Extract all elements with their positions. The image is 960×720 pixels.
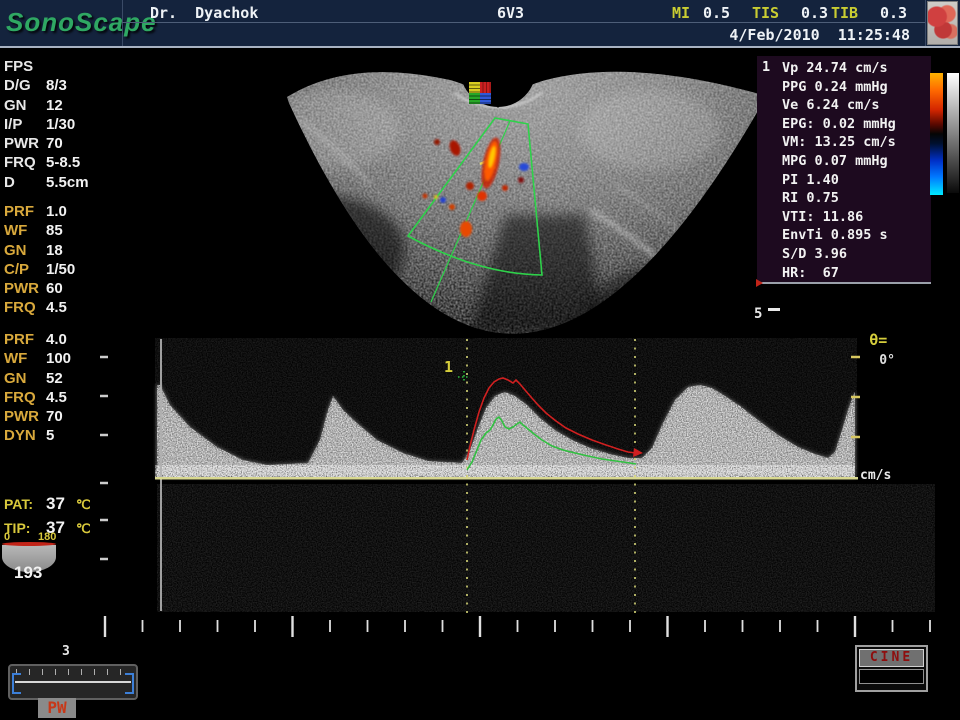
- param-row: FRQ5-8.5: [4, 153, 154, 172]
- top-status-bar: SonoScape Dr. Dyachok 6V3 MI 0.5 TIS 0.3…: [0, 0, 960, 48]
- param-row: PWR70: [4, 407, 154, 426]
- scrollbar-ruler: [16, 669, 130, 675]
- measurement-row: S/D 3.96: [782, 245, 896, 264]
- param-row: FPS: [4, 57, 154, 76]
- b-mode-params: FPS D/G8/3 GN12 I/P1/30 PWR70 FRQ5-8.5 D…: [4, 57, 154, 192]
- param-row: FRQ4.5: [4, 298, 154, 317]
- measurement-row: RI 0.75: [782, 189, 896, 208]
- measurement-row: VM: 13.25 cm/s: [782, 133, 896, 152]
- gauge-reading: 193: [14, 563, 42, 583]
- depth-tick: [768, 308, 780, 311]
- doctor-name: Dr. Dyachok: [150, 4, 258, 22]
- param-row: GN12: [4, 96, 154, 115]
- panel-underline: [757, 282, 931, 284]
- orientation-marker-icon: [469, 82, 491, 104]
- param-row: D5.5cm: [4, 173, 154, 192]
- datetime: 4/Feb/2010 11:25:48: [690, 26, 910, 44]
- scroll-track-line: [15, 681, 131, 683]
- cine-button[interactable]: CINE: [855, 645, 928, 692]
- param-row: GN52: [4, 369, 154, 388]
- tib-label: TIB: [831, 4, 858, 22]
- tib-value: 0.3: [880, 4, 907, 22]
- grayscale-bar: [947, 73, 959, 193]
- pw-mode-params: PRF4.0 WF100 GN52 FRQ4.5 PWR70 DYN5: [4, 330, 154, 446]
- velocity-unit-label: cm/s: [860, 468, 891, 483]
- panel-arrow-icon: [756, 279, 763, 287]
- divider: [122, 0, 123, 46]
- param-row: FRQ4.5: [4, 388, 154, 407]
- probe-name: 6V3: [497, 4, 524, 22]
- cine-button-label[interactable]: CINE: [859, 649, 924, 667]
- param-row: WF100: [4, 349, 154, 368]
- measurement-row: Vp 24.74 cm/s: [782, 59, 896, 78]
- cine-frame-box: [859, 669, 924, 684]
- b-mode-image: [235, 31, 810, 360]
- param-row: C/P1/50: [4, 260, 154, 279]
- param-row: D/G8/3: [4, 76, 154, 95]
- tis-value: 0.3: [801, 4, 828, 22]
- gauge-min-label: 0: [4, 531, 10, 543]
- depth-marker: 5: [754, 306, 762, 322]
- color-doppler-bar: [930, 73, 943, 195]
- tis-label: TIS: [752, 4, 779, 22]
- param-row: I/P1/30: [4, 115, 154, 134]
- param-row: PRF1.0: [4, 202, 154, 221]
- param-row: GN18: [4, 241, 154, 260]
- measurement-row: VTI: 11.86: [782, 208, 896, 227]
- divider: [122, 22, 925, 23]
- gauge-arc: [2, 542, 56, 546]
- spectral-display: [100, 338, 935, 637]
- color-mode-params: PRF1.0 WF85 GN18 C/P1/50 PWR60 FRQ4.5: [4, 202, 154, 318]
- cine-scrollbar[interactable]: [8, 664, 138, 700]
- mi-label: MI: [672, 4, 690, 22]
- measurement-rows: Vp 24.74 cm/s PPG 0.24 mmHg Ve 6.24 cm/s…: [782, 59, 896, 282]
- param-row: PWR70: [4, 134, 154, 153]
- measurement-row: EnvTi 0.895 s: [782, 226, 896, 245]
- measurement-row: PPG 0.24 mmHg: [782, 78, 896, 97]
- angle-label: θ=: [869, 331, 887, 349]
- divider: [925, 0, 926, 46]
- measurement-row: Ve 6.24 cm/s: [782, 96, 896, 115]
- measurement-panel: 1 Vp 24.74 cm/s PPG 0.24 mmHg Ve 6.24 cm…: [757, 56, 931, 283]
- measurement-row: EPG: 0.02 mmHg: [782, 115, 896, 134]
- measurement-index: 1: [762, 59, 770, 75]
- frame-number: 3: [62, 644, 70, 659]
- angle-readout: θ= 0°: [850, 311, 895, 368]
- measurement-row: MPG 0.07 mmHg: [782, 152, 896, 171]
- mi-value: 0.5: [703, 4, 730, 22]
- doppler-baseline: [155, 477, 858, 480]
- param-row: PRF4.0: [4, 330, 154, 349]
- param-row: PWR60: [4, 279, 154, 298]
- body-mark-thumbnail: [927, 1, 958, 45]
- time-ruler: [105, 616, 930, 637]
- patient-temp: PAT: 37 ℃: [4, 494, 91, 516]
- param-row: WF85: [4, 221, 154, 240]
- pw-mode-label: PW: [38, 698, 76, 718]
- scroll-bracket-left[interactable]: [12, 673, 21, 694]
- param-row: DYN5: [4, 426, 154, 445]
- measurement-row: PI 1.40: [782, 171, 896, 190]
- cycle-marker: 1: [444, 358, 453, 376]
- scroll-bracket-right[interactable]: [125, 673, 134, 694]
- ultrasound-screen: { "header": { "logo": "SonoScape", "doct…: [0, 0, 960, 720]
- measurement-row: HR: 67: [782, 264, 896, 283]
- gauge-max-label: 180: [38, 531, 56, 543]
- angle-value: 0°: [879, 353, 895, 368]
